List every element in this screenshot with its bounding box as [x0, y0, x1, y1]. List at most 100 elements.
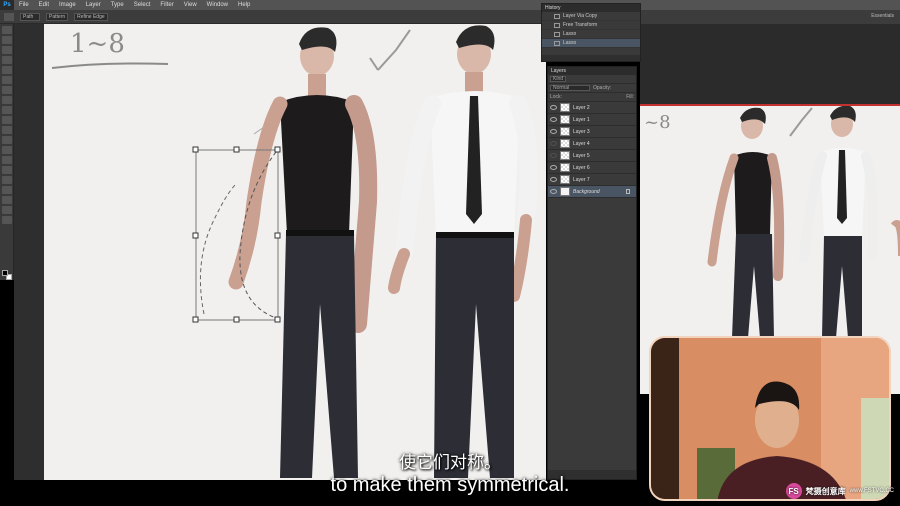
zoom-tool-icon[interactable] — [1, 216, 12, 224]
transform-state-icon — [554, 22, 560, 28]
canvas[interactable]: 1~8 — [44, 24, 546, 480]
layer-row-background[interactable]: Background — [548, 186, 636, 198]
layer-name: Layer 6 — [573, 164, 590, 171]
layers-panel-title[interactable]: Layers — [548, 67, 636, 75]
sketch-note: 1~8 — [70, 29, 125, 59]
menu-layer[interactable]: Layer — [81, 2, 106, 8]
path-select-tool-icon[interactable] — [1, 186, 12, 194]
layer-thumbnail — [560, 103, 570, 112]
visibility-eye-icon[interactable] — [550, 129, 557, 134]
history-panel-title[interactable]: History — [542, 4, 640, 12]
second-window-background — [640, 24, 900, 114]
gradient-tool-icon[interactable] — [1, 136, 12, 144]
history-item-label: Lasso — [563, 31, 577, 37]
menu-window[interactable]: Window — [202, 2, 233, 8]
second-window-titlebar[interactable]: Essentials — [640, 10, 900, 24]
marquee-tool-icon[interactable] — [1, 36, 12, 44]
option-field-2[interactable]: Pattern — [46, 12, 69, 21]
tool-preset-icon[interactable] — [4, 12, 14, 21]
history-item[interactable]: Free Transform — [542, 21, 640, 30]
visibility-eye-icon[interactable] — [550, 141, 557, 146]
menu-edit[interactable]: Edit — [34, 2, 54, 8]
subtitle-english: to make them symmetrical. — [330, 474, 570, 496]
option-field-1[interactable]: Path — [20, 12, 40, 21]
hand-tool-icon[interactable] — [1, 206, 12, 214]
visibility-eye-icon[interactable] — [550, 189, 557, 194]
history-item[interactable]: Lasso — [542, 30, 640, 39]
menu-image[interactable]: Image — [54, 2, 81, 8]
blur-tool-icon[interactable] — [1, 146, 12, 154]
quick-select-tool-icon[interactable] — [1, 56, 12, 64]
menu-filter[interactable]: Filter — [155, 2, 178, 8]
history-item-label: Free Transform — [563, 22, 598, 28]
history-brush-tool-icon[interactable] — [1, 116, 12, 124]
layers-filter-row: Kind — [548, 75, 636, 84]
layer-name: Layer 3 — [573, 128, 590, 135]
layers-lock-row: Lock: Fill: — [548, 93, 636, 102]
watermark-url: www.FSTVC.CC — [849, 488, 894, 494]
layer-row[interactable]: Layer 6 — [548, 162, 636, 174]
photoshop-logo-icon: Ps — [0, 0, 14, 10]
brush-tool-icon[interactable] — [1, 96, 12, 104]
opacity-label: Opacity: — [593, 85, 612, 91]
figure-shirt-tie — [388, 25, 538, 478]
layer-thumbnail — [560, 139, 570, 148]
second-sketch-note: ~8 — [644, 112, 671, 133]
layer-thumbnail — [560, 187, 570, 196]
layer-name: Layer 4 — [573, 140, 590, 147]
menu-view[interactable]: View — [179, 2, 202, 8]
visibility-eye-icon[interactable] — [550, 117, 557, 122]
history-item-label: Layer Via Copy — [563, 13, 598, 19]
visibility-eye-icon[interactable] — [550, 153, 557, 158]
foreground-color-swatch[interactable] — [2, 270, 8, 276]
layer-row[interactable]: Layer 4 — [548, 138, 636, 150]
menu-help[interactable]: Help — [233, 2, 255, 8]
watermark: FS 梵摄创意库 www.FSTVC.CC — [785, 483, 894, 499]
layer-row[interactable]: Layer 3 — [548, 126, 636, 138]
layers-panel: Layers Kind Normal Opacity: Lock: Fill: … — [547, 66, 637, 480]
clone-stamp-tool-icon[interactable] — [1, 106, 12, 114]
layer-row[interactable]: Layer 1 — [548, 114, 636, 126]
subtitle-chinese: 使它们对称。 — [399, 453, 501, 473]
dodge-tool-icon[interactable] — [1, 156, 12, 164]
transform-selection[interactable] — [192, 146, 281, 323]
layer-row[interactable]: Layer 7 — [548, 174, 636, 186]
history-item-selected[interactable]: Lasso — [542, 39, 640, 48]
option-field-3[interactable]: Refine Edge — [74, 12, 108, 21]
watermark-logo-icon: FS — [785, 483, 802, 499]
shape-tool-icon[interactable] — [1, 196, 12, 204]
lock-label: Lock: — [550, 94, 562, 100]
menu-select[interactable]: Select — [129, 2, 156, 8]
lasso-tool-icon[interactable] — [1, 46, 12, 54]
layers-blend-row: Normal Opacity: — [548, 84, 636, 93]
menu-type[interactable]: Type — [106, 2, 129, 8]
eyedropper-tool-icon[interactable] — [1, 76, 12, 84]
visibility-eye-icon[interactable] — [550, 105, 557, 110]
crop-tool-icon[interactable] — [1, 66, 12, 74]
layer-row[interactable]: Layer 5 — [548, 150, 636, 162]
layer-row[interactable]: Layer 2 — [548, 102, 636, 114]
layer-kind-filter[interactable]: Kind — [550, 76, 567, 82]
history-item-label: Lasso — [563, 40, 577, 46]
move-tool-icon[interactable] — [1, 26, 12, 34]
healing-tool-icon[interactable] — [1, 86, 12, 94]
pen-tool-icon[interactable] — [1, 166, 12, 174]
type-tool-icon[interactable] — [1, 176, 12, 184]
tools-panel — [0, 24, 14, 280]
visibility-eye-icon[interactable] — [550, 177, 557, 182]
menu-bar: Ps File Edit Image Layer Type Select Fil… — [0, 0, 900, 10]
history-item[interactable]: Layer Via Copy — [542, 12, 640, 21]
lock-icon — [626, 189, 630, 194]
eraser-tool-icon[interactable] — [1, 126, 12, 134]
visibility-eye-icon[interactable] — [550, 165, 557, 170]
workspace-selector[interactable]: Essentials — [871, 13, 894, 19]
history-panel: History Layer Via Copy Free Transform La… — [541, 3, 641, 62]
blend-mode-select[interactable]: Normal — [550, 85, 590, 91]
menu-file[interactable]: File — [14, 2, 34, 8]
figure-tanktop — [228, 27, 378, 478]
layer-name: Layer 7 — [573, 176, 590, 183]
lasso-state-icon — [554, 31, 560, 37]
canvas-artwork: 1~8 — [51, 25, 538, 478]
lasso-state-icon — [554, 40, 560, 46]
layer-thumbnail — [560, 163, 570, 172]
